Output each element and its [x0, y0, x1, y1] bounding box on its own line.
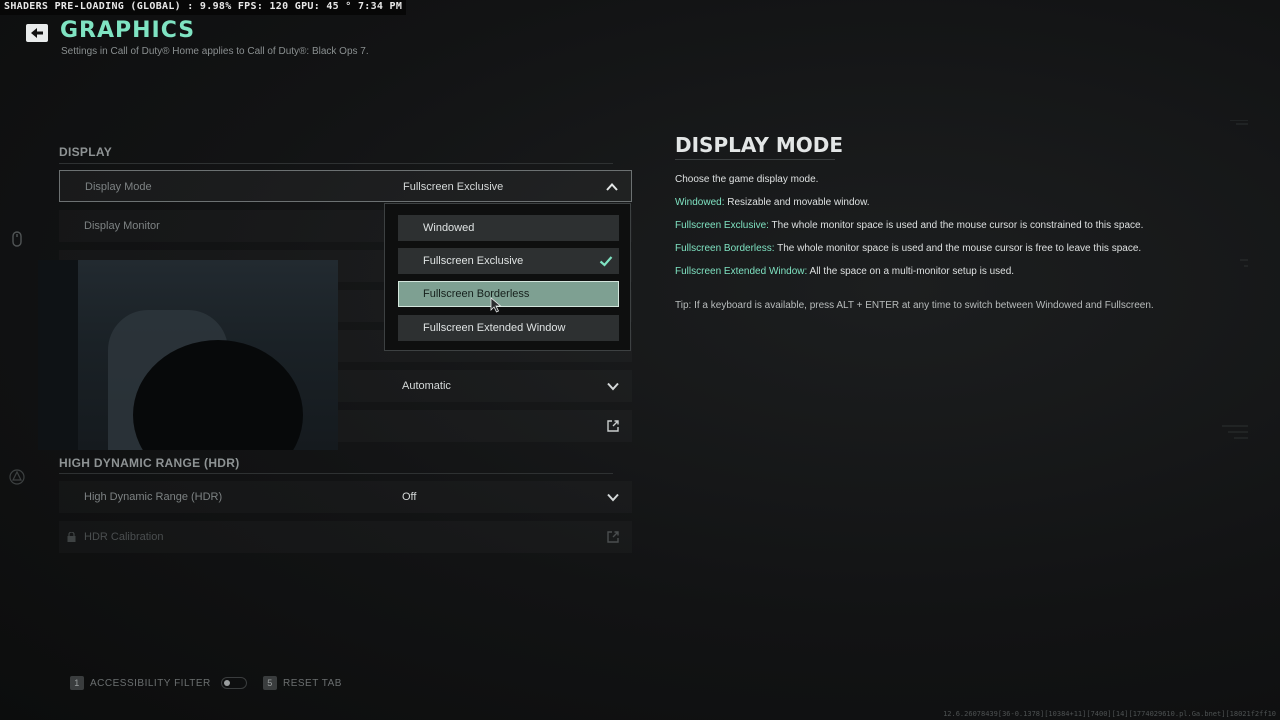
display-mode-dropdown: Windowed Fullscreen Exclusive Fullscreen… — [384, 203, 631, 351]
setting-label: Display Mode — [85, 181, 152, 193]
back-arrow-icon — [31, 28, 43, 38]
emblem-icon — [9, 469, 25, 485]
check-icon — [599, 256, 613, 267]
lock-icon — [67, 532, 76, 542]
setting-row-hdr[interactable]: High Dynamic Range (HDR) Off — [59, 481, 632, 513]
info-text: The whole monitor space is used and the … — [768, 220, 1144, 231]
info-item-fullscreen-extended: Fullscreen Extended Window: All the spac… — [675, 266, 1014, 277]
webcam-overlay — [38, 260, 338, 450]
mouse-icon — [12, 231, 22, 247]
setting-value: Fullscreen Exclusive — [403, 181, 504, 193]
performance-overlay: SHADERS PRE-LOADING (GLOBAL) : 9.98% FPS… — [0, 0, 407, 15]
keybind-badge: 5 — [263, 676, 277, 690]
info-item-fullscreen-borderless: Fullscreen Borderless: The whole monitor… — [675, 243, 1141, 254]
build-version-string: 12.6.26078439[36-0.1378][10384+11][7400]… — [943, 710, 1276, 718]
reset-tab-label: RESET TAB — [283, 677, 342, 689]
reset-tab-button[interactable]: 5 RESET TAB — [263, 676, 342, 690]
info-term: Fullscreen Extended Window: — [675, 266, 808, 277]
info-term: Windowed: — [675, 197, 725, 208]
info-item-fullscreen-exclusive: Fullscreen Exclusive: The whole monitor … — [675, 220, 1143, 231]
chevron-up-icon — [606, 183, 618, 191]
info-term: Fullscreen Exclusive: — [675, 220, 769, 231]
back-button[interactable] — [26, 24, 48, 42]
info-term: Fullscreen Borderless: — [675, 243, 775, 254]
mouse-cursor-icon — [490, 297, 502, 313]
external-link-icon — [607, 420, 619, 432]
setting-label: High Dynamic Range (HDR) — [84, 491, 223, 503]
section-divider — [59, 473, 613, 474]
page-title: GRAPHICS — [60, 18, 196, 43]
dropdown-option-windowed[interactable]: Windowed — [398, 215, 619, 241]
info-description: Choose the game display mode. — [675, 174, 819, 185]
dropdown-option-fullscreen-exclusive[interactable]: Fullscreen Exclusive — [398, 248, 619, 274]
webcam-background — [38, 260, 78, 450]
setting-value: Off — [402, 491, 417, 503]
setting-label: Display Monitor — [84, 220, 160, 232]
setting-row-hdr-calibration: HDR Calibration — [59, 521, 632, 553]
dropdown-option-fullscreen-borderless[interactable]: Fullscreen Borderless — [398, 281, 619, 307]
option-label: Fullscreen Exclusive — [423, 255, 524, 267]
setting-value: Automatic — [402, 380, 451, 392]
accessibility-filter[interactable]: 1 ACCESSIBILITY FILTER — [70, 676, 247, 690]
info-tip: Tip: If a keyboard is available, press A… — [675, 300, 1154, 311]
info-underline — [675, 159, 835, 160]
setting-row-display-mode[interactable]: Display Mode Fullscreen Exclusive — [59, 170, 632, 202]
decorative-edge-marks — [1222, 120, 1248, 439]
toggle-knob — [223, 680, 230, 686]
accessibility-filter-label: ACCESSIBILITY FILTER — [90, 677, 211, 689]
accessibility-toggle[interactable] — [220, 677, 247, 689]
info-text: The whole monitor space is used and the … — [774, 243, 1142, 254]
chevron-down-icon — [607, 382, 619, 391]
info-text: Resizable and movable window. — [724, 197, 870, 208]
setting-label: HDR Calibration — [84, 531, 164, 543]
info-title: DISPLAY MODE — [675, 133, 844, 157]
section-title-hdr: HIGH DYNAMIC RANGE (HDR) — [59, 456, 240, 470]
chevron-down-icon — [607, 493, 619, 502]
external-link-icon — [607, 531, 619, 543]
info-item-windowed: Windowed: Resizable and movable window. — [675, 197, 870, 208]
page-subtitle: Settings in Call of Duty® Home applies t… — [61, 46, 369, 57]
section-divider — [59, 163, 613, 164]
dropdown-option-fullscreen-extended-window[interactable]: Fullscreen Extended Window — [398, 315, 619, 341]
info-text: All the space on a multi-monitor setup i… — [807, 266, 1015, 277]
section-title-display: DISPLAY — [59, 145, 113, 159]
keybind-badge: 1 — [70, 676, 84, 690]
